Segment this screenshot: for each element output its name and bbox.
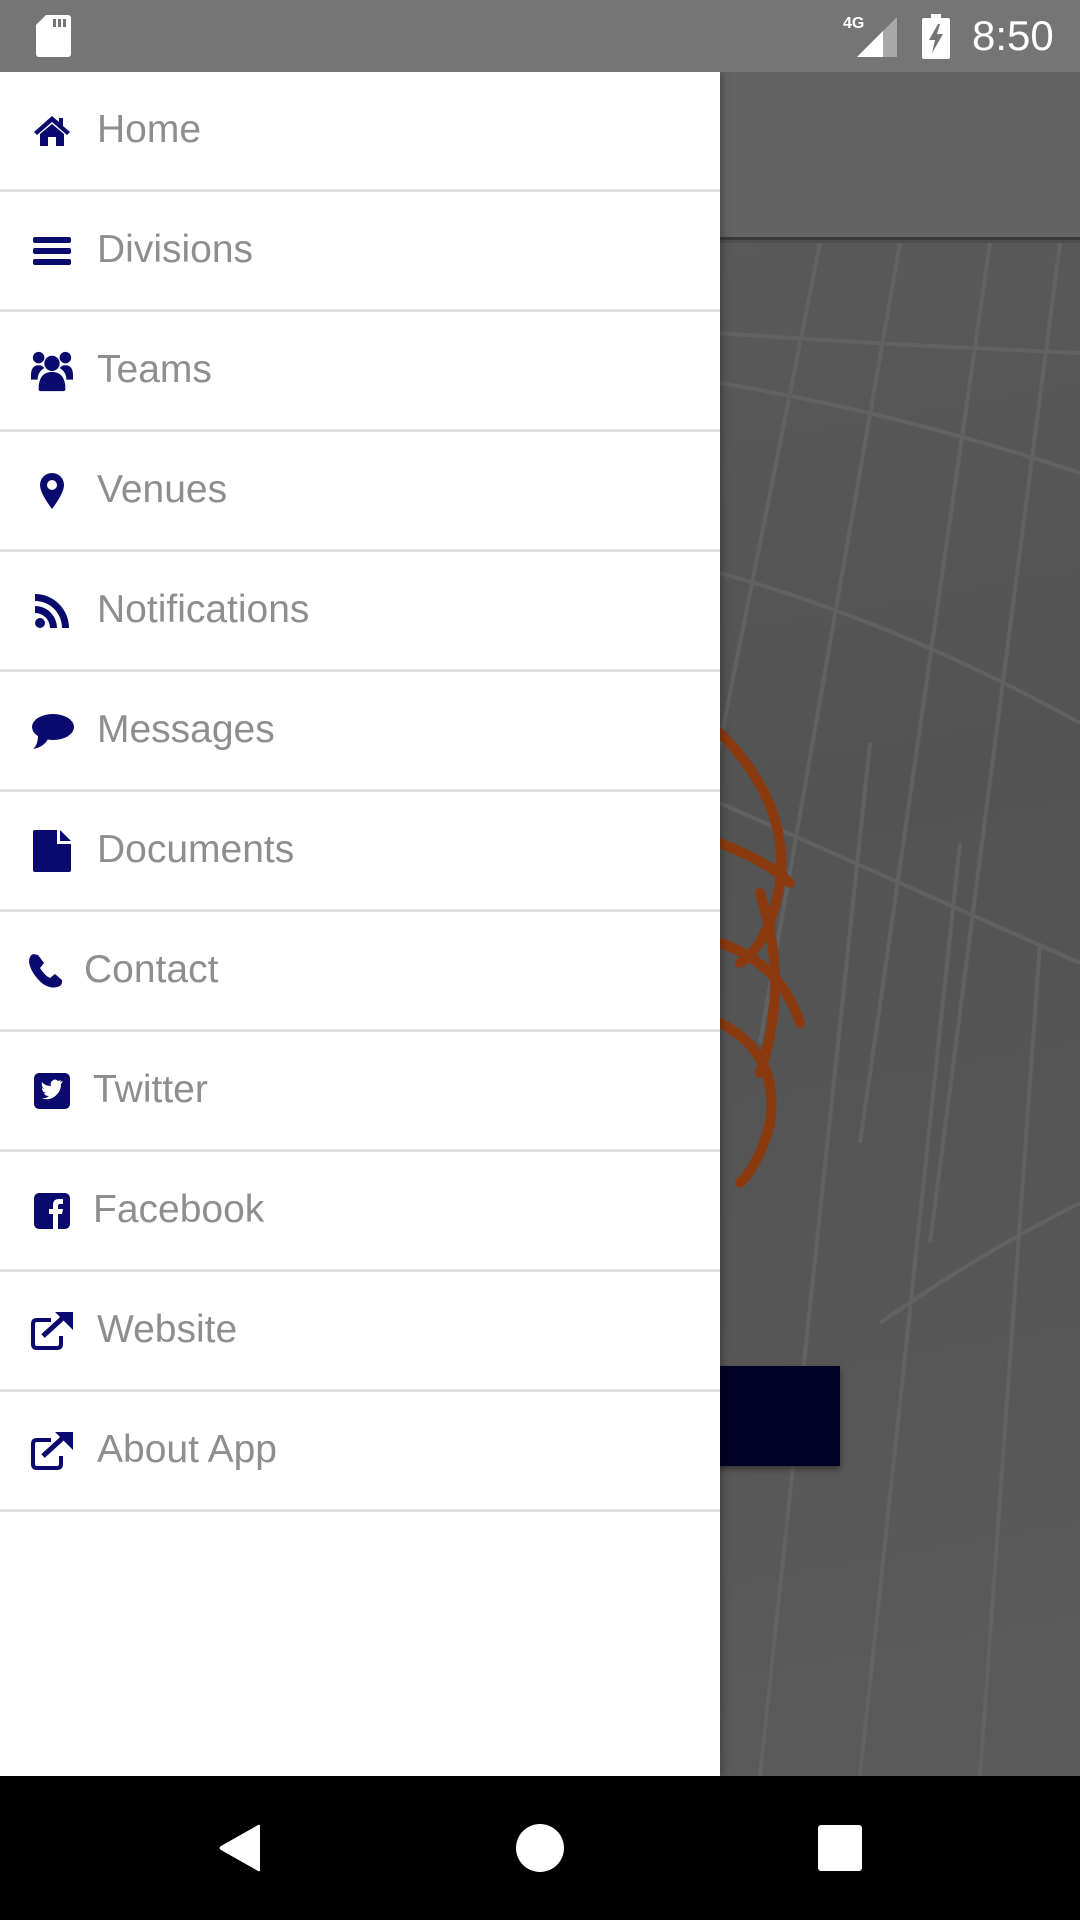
users-icon <box>30 349 74 393</box>
dimmed-primary-button <box>700 1366 840 1466</box>
drawer-item-venues[interactable]: Venues <box>0 432 720 552</box>
drawer-item-divisions[interactable]: Divisions <box>0 192 720 312</box>
drawer-item-label: Contact <box>84 947 219 991</box>
drawer-item-twitter[interactable]: Twitter <box>0 1032 720 1152</box>
system-nav-bar <box>0 1776 1080 1920</box>
drawer-item-contact[interactable]: Contact <box>0 912 720 1032</box>
file-icon <box>30 829 74 873</box>
drawer-item-label: Facebook <box>93 1187 265 1231</box>
drawer-item-label: Home <box>97 107 202 151</box>
status-clock: 8:50 <box>972 12 1054 59</box>
drawer-item-documents[interactable]: Documents <box>0 792 720 912</box>
drawer-item-label: Documents <box>97 827 295 871</box>
comment-icon <box>30 709 74 753</box>
drawer-item-label: Divisions <box>97 227 254 271</box>
drawer-item-facebook[interactable]: Facebook <box>0 1152 720 1272</box>
status-bar: 4G 8:50 <box>0 0 1080 72</box>
drawer-item-label: Notifications <box>97 587 310 631</box>
home-icon <box>30 109 74 153</box>
drawer-item-website[interactable]: Website <box>0 1272 720 1392</box>
phone-icon <box>24 949 68 993</box>
drawer-item-label: Twitter <box>93 1067 208 1111</box>
nav-recents-button[interactable] <box>816 1824 864 1872</box>
map-marker-icon <box>30 469 74 513</box>
drawer-item-teams[interactable]: Teams <box>0 312 720 432</box>
drawer-item-messages[interactable]: Messages <box>0 672 720 792</box>
back-triangle-icon <box>219 1824 260 1872</box>
drawer-item-label: About App <box>97 1427 277 1471</box>
navigation-drawer: Home Divisions Teams Venues Notification <box>0 72 720 1776</box>
rss-icon <box>30 589 74 633</box>
nav-back-button[interactable] <box>216 1824 264 1872</box>
recents-square-icon <box>818 1825 862 1871</box>
signal-4g-icon: 4G <box>843 15 897 57</box>
twitter-square-icon <box>30 1069 74 1113</box>
facebook-square-icon <box>30 1189 74 1233</box>
drawer-item-home[interactable]: Home <box>0 72 720 192</box>
drawer-item-notifications[interactable]: Notifications <box>0 552 720 672</box>
home-circle-icon <box>516 1824 564 1872</box>
nav-home-button[interactable] <box>516 1824 564 1872</box>
drawer-item-label: Venues <box>97 467 228 511</box>
sd-card-icon <box>36 15 71 57</box>
drawer-item-label: Messages <box>97 707 275 751</box>
network-type-label: 4G <box>843 15 864 32</box>
battery-charging-icon <box>922 14 950 59</box>
drawer-item-about-app[interactable]: About App <box>0 1392 720 1512</box>
screen: 4G 8:50 Home Divisions Teams Venues Noti… <box>0 0 1080 1920</box>
bars-icon <box>30 229 74 273</box>
drawer-item-label: Website <box>97 1307 238 1351</box>
external-link-icon <box>30 1429 74 1473</box>
external-link-icon <box>30 1309 74 1353</box>
drawer-item-label: Teams <box>97 347 212 391</box>
